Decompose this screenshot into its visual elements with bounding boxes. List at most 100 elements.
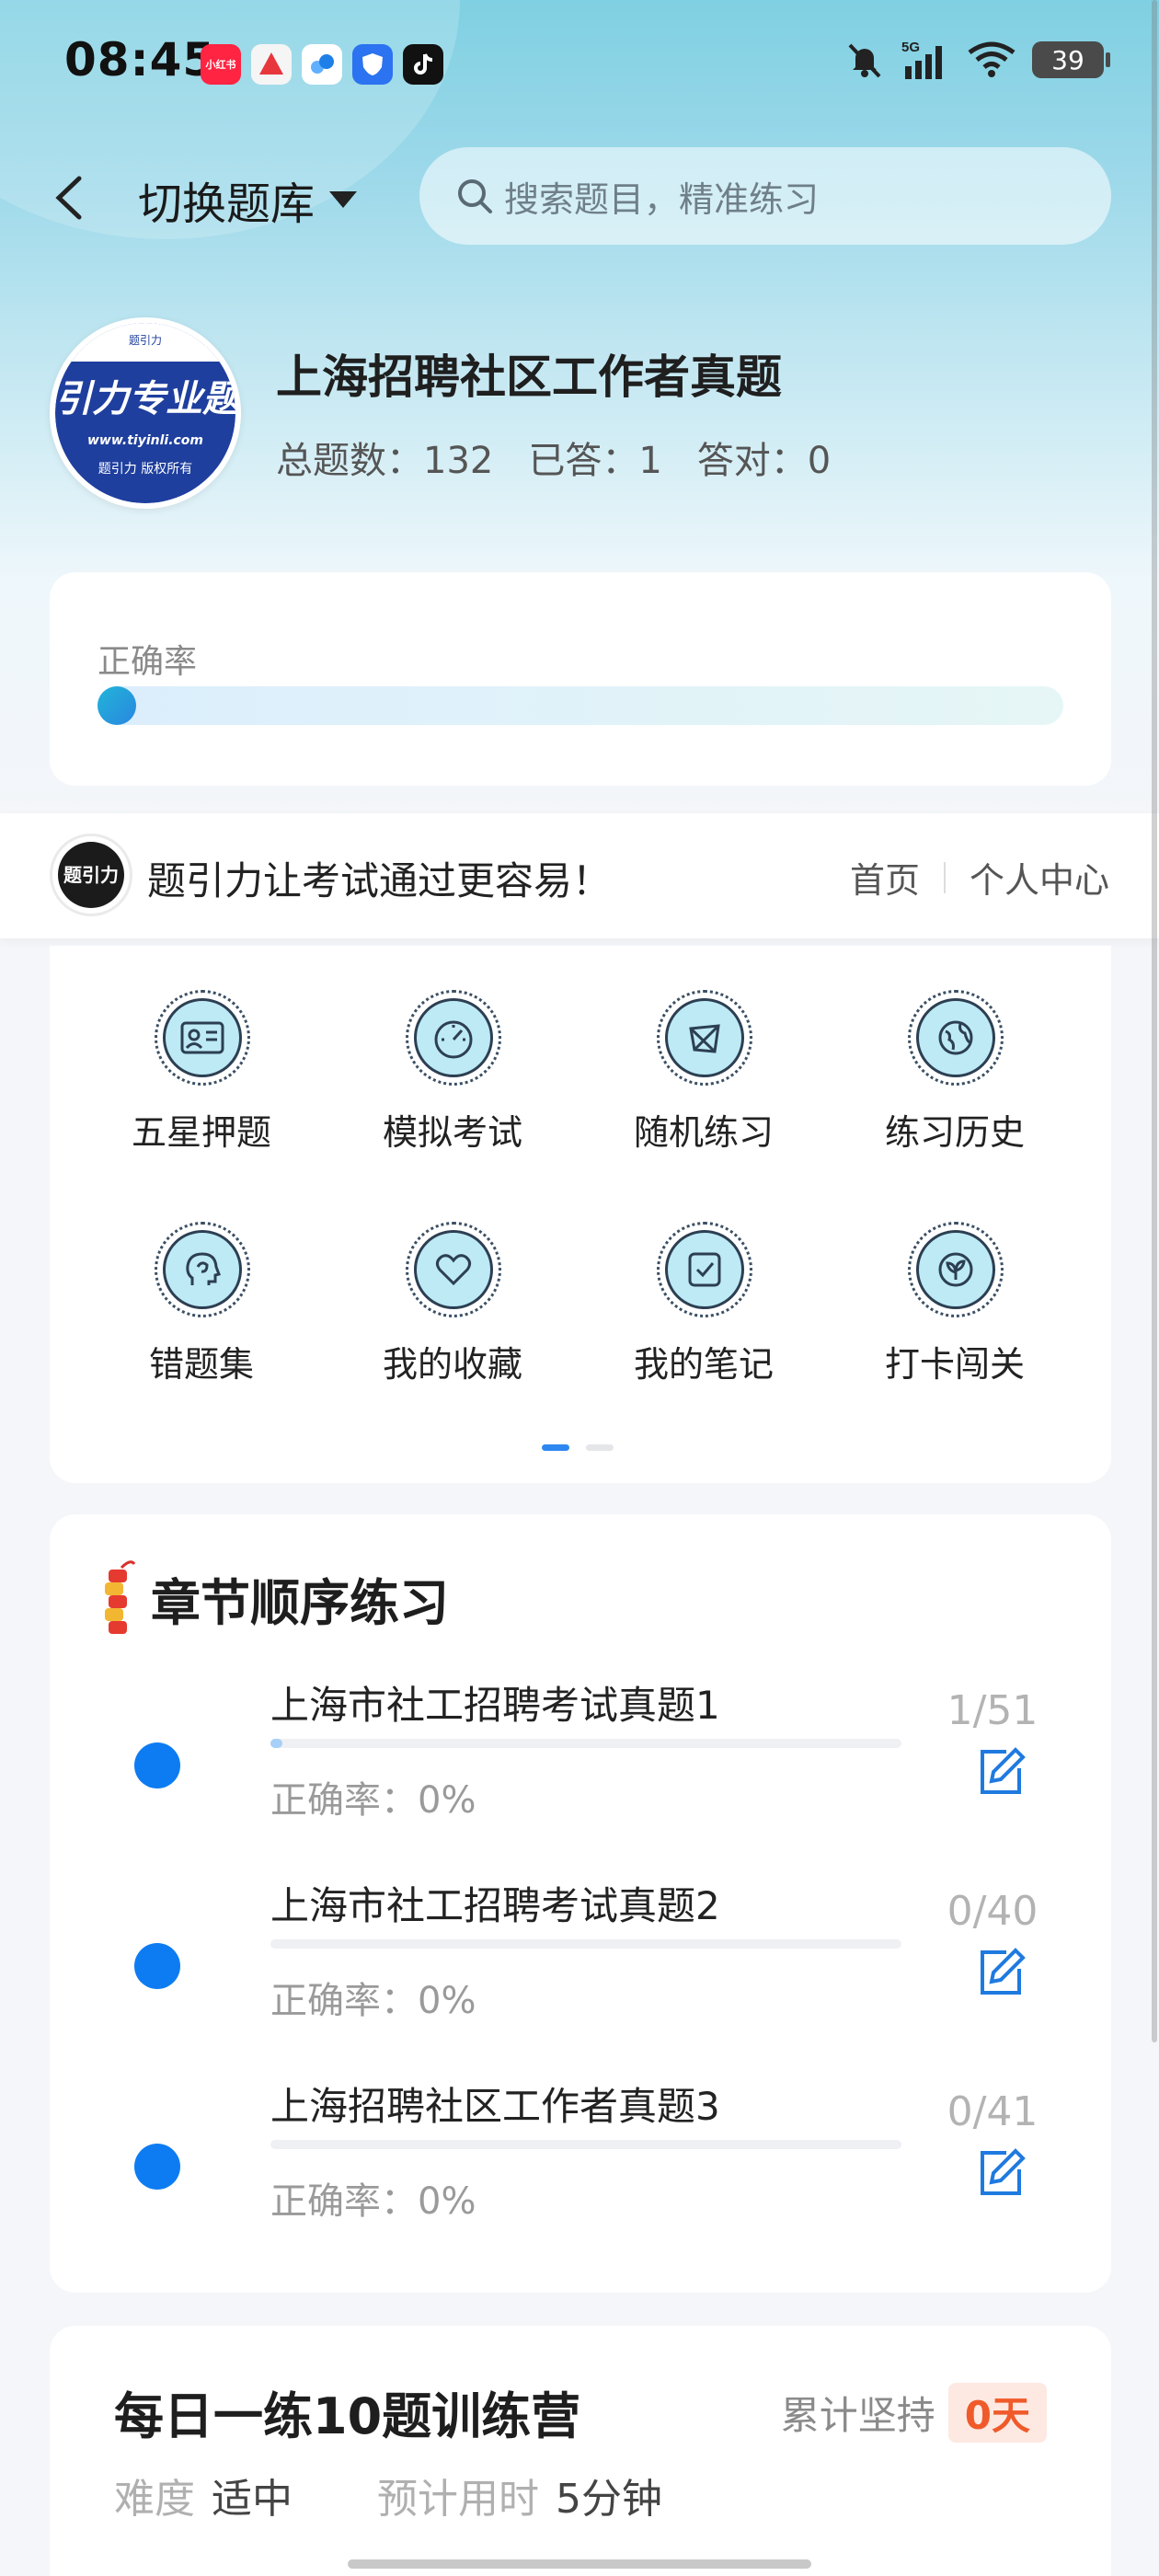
chapter-item-3[interactable]: 上海招聘社区工作者真题3 正确率：0% 0/41 <box>50 2076 1111 2260</box>
difficulty-label: 难度 <box>114 2476 195 2523</box>
chapter-accuracy: 正确率：0% <box>270 2180 476 2223</box>
function-checkin[interactable]: 打卡闯关 <box>849 1222 1061 1406</box>
home-link[interactable]: 首页 <box>850 852 920 903</box>
answered-count: 已答：1 <box>528 440 662 482</box>
bank-logo-top-text: 题引力 <box>128 334 162 347</box>
brand-logo: 题引力 <box>50 834 132 916</box>
shuffle-icon <box>689 1024 720 1053</box>
edit-icon[interactable] <box>973 1744 1028 1800</box>
accuracy-progress-bar <box>98 686 1063 725</box>
chevron-left-icon <box>55 176 82 220</box>
estimated-time-value: 5分钟 <box>556 2476 662 2523</box>
function-label: 错题集 <box>148 1344 254 1385</box>
chapter-practice-header: 章节顺序练习 <box>96 1555 449 1641</box>
firecracker-icon <box>105 1560 136 1634</box>
chapter-bullet <box>134 2144 180 2190</box>
chapter-bullet <box>134 1742 180 1788</box>
chapter-progress-bar <box>270 2140 901 2149</box>
accuracy-label: 正确率 <box>98 643 198 681</box>
total-questions: 总题数：132 <box>276 440 494 482</box>
chapter-name: 上海市社工招聘考试真题2 <box>270 1883 720 1928</box>
switch-question-bank-button[interactable]: 切换题库 <box>138 167 359 232</box>
leaf-icon <box>938 1252 973 1287</box>
streak-label: 累计坚持 <box>780 2393 935 2438</box>
function-favorites[interactable]: 我的收藏 <box>347 1222 558 1406</box>
daily-practice-card[interactable]: 每日一练10题训练营 累计坚持 0天 难度 适中 预计用时 5分钟 <box>50 2326 1111 2576</box>
function-mock-exam[interactable]: 模拟考试 <box>347 990 558 1174</box>
function-notes[interactable]: 我的笔记 <box>598 1222 809 1406</box>
question-bank-title: 上海招聘社区工作者真题 <box>276 351 782 404</box>
cloud-app-icon <box>302 44 342 85</box>
wifi-icon <box>968 41 1016 77</box>
toutiao-icon <box>251 44 292 85</box>
correct-count: 答对：0 <box>696 440 832 482</box>
battery-icon: 39 <box>1032 41 1110 78</box>
estimated-time-label: 预计用时 <box>377 2476 539 2523</box>
accuracy-progress-fill <box>98 686 136 725</box>
chapter-item-1[interactable]: 上海市社工招聘考试真题1 正确率：0% 1/51 <box>50 1674 1111 1858</box>
accuracy-card: 正确率 <box>50 572 1111 786</box>
brand-logo-text: 题引力 <box>58 842 124 908</box>
globe-icon <box>938 1020 973 1055</box>
function-wrong-questions[interactable]: 错题集 <box>96 1222 307 1406</box>
function-label: 五星押题 <box>131 1112 271 1153</box>
page-dot-active <box>542 1444 569 1451</box>
search-placeholder: 搜索题目，精准练习 <box>504 178 820 220</box>
checklist-icon <box>688 1252 721 1287</box>
function-label: 模拟考试 <box>382 1112 522 1153</box>
chapter-count: 0/41 <box>947 2088 1039 2135</box>
function-five-star[interactable]: 五星押题 <box>96 990 307 1174</box>
streak-badge: 0天 <box>947 2383 1047 2443</box>
function-random-practice[interactable]: 随机练习 <box>598 990 809 1174</box>
edit-icon[interactable] <box>973 1945 1028 2000</box>
xiaohongshu-icon: 小红书 <box>201 44 241 85</box>
svg-text:5G: 5G <box>901 40 920 55</box>
caret-down-icon <box>329 191 358 208</box>
home-indicator[interactable] <box>348 2559 811 2569</box>
function-label: 我的笔记 <box>633 1344 774 1385</box>
edit-icon[interactable] <box>973 2145 1028 2201</box>
heart-icon <box>435 1254 472 1286</box>
chapter-accuracy: 正确率：0% <box>270 1779 476 1822</box>
chapter-item-2[interactable]: 上海市社工招聘考试真题2 正确率：0% 0/40 <box>50 1875 1111 2059</box>
difficulty-value: 适中 <box>212 2476 293 2523</box>
chapter-name: 上海招聘社区工作者真题3 <box>270 2084 720 2129</box>
search-icon <box>458 179 492 213</box>
chapter-progress-bar <box>270 1939 901 1949</box>
tiktok-icon <box>403 44 443 85</box>
chapter-name: 上海市社工招聘考试真题1 <box>270 1683 720 1728</box>
switch-bank-label: 切换题库 <box>138 178 316 230</box>
brand-banner: 题引力 题引力让考试通过更容易！ 首页 个人中心 <box>0 813 1159 938</box>
chapter-accuracy: 正确率：0% <box>270 1980 476 2022</box>
function-grid: 五星押题 模拟考试 随机练习 练习历史 错题集 我的收藏 我的笔记 打卡闯关 <box>50 946 1111 1483</box>
head-icon <box>186 1252 221 1285</box>
function-label: 练习历史 <box>884 1112 1025 1153</box>
grid-page-indicator <box>542 1444 614 1451</box>
chapter-bullet <box>134 1943 180 1989</box>
daily-practice-title: 每日一练10题训练营 <box>114 2387 581 2445</box>
back-button[interactable] <box>52 166 98 230</box>
link-divider <box>943 861 946 893</box>
chapter-progress-bar <box>270 1739 901 1748</box>
function-label: 打卡闯关 <box>884 1344 1025 1385</box>
notification-app-icons: 小红书 <box>201 44 443 85</box>
question-bank-stats: 总题数：132 已答：1 答对：0 <box>276 431 831 484</box>
mute-bell-icon <box>848 43 881 78</box>
function-practice-history[interactable]: 练习历史 <box>849 990 1061 1174</box>
status-bar: 08:45 小红书 5G 39 <box>0 0 1159 129</box>
function-label: 我的收藏 <box>382 1344 522 1385</box>
bank-logo-url: www.tiyinli.com <box>86 433 204 448</box>
chapter-progress-fill <box>270 1739 283 1748</box>
question-bank-logo: 题引力 引力专业题 www.tiyinli.com 题引力 版权所有 <box>50 317 241 509</box>
daily-practice-meta: 难度 适中 预计用时 5分钟 <box>114 2466 662 2524</box>
chapter-count: 0/40 <box>947 1888 1039 1935</box>
bank-logo-footer: 题引力 版权所有 <box>98 462 193 477</box>
status-time: 08:45 <box>64 33 216 86</box>
system-status-icons: 5G 39 <box>844 39 1110 81</box>
function-label: 随机练习 <box>633 1112 774 1153</box>
id-card-icon <box>180 1021 224 1054</box>
chapter-practice-title: 章节顺序练习 <box>151 1573 449 1632</box>
search-input[interactable]: 搜索题目，精准练习 <box>419 147 1111 245</box>
scrollbar[interactable] <box>1152 0 1157 2042</box>
personal-center-link[interactable]: 个人中心 <box>970 852 1109 903</box>
